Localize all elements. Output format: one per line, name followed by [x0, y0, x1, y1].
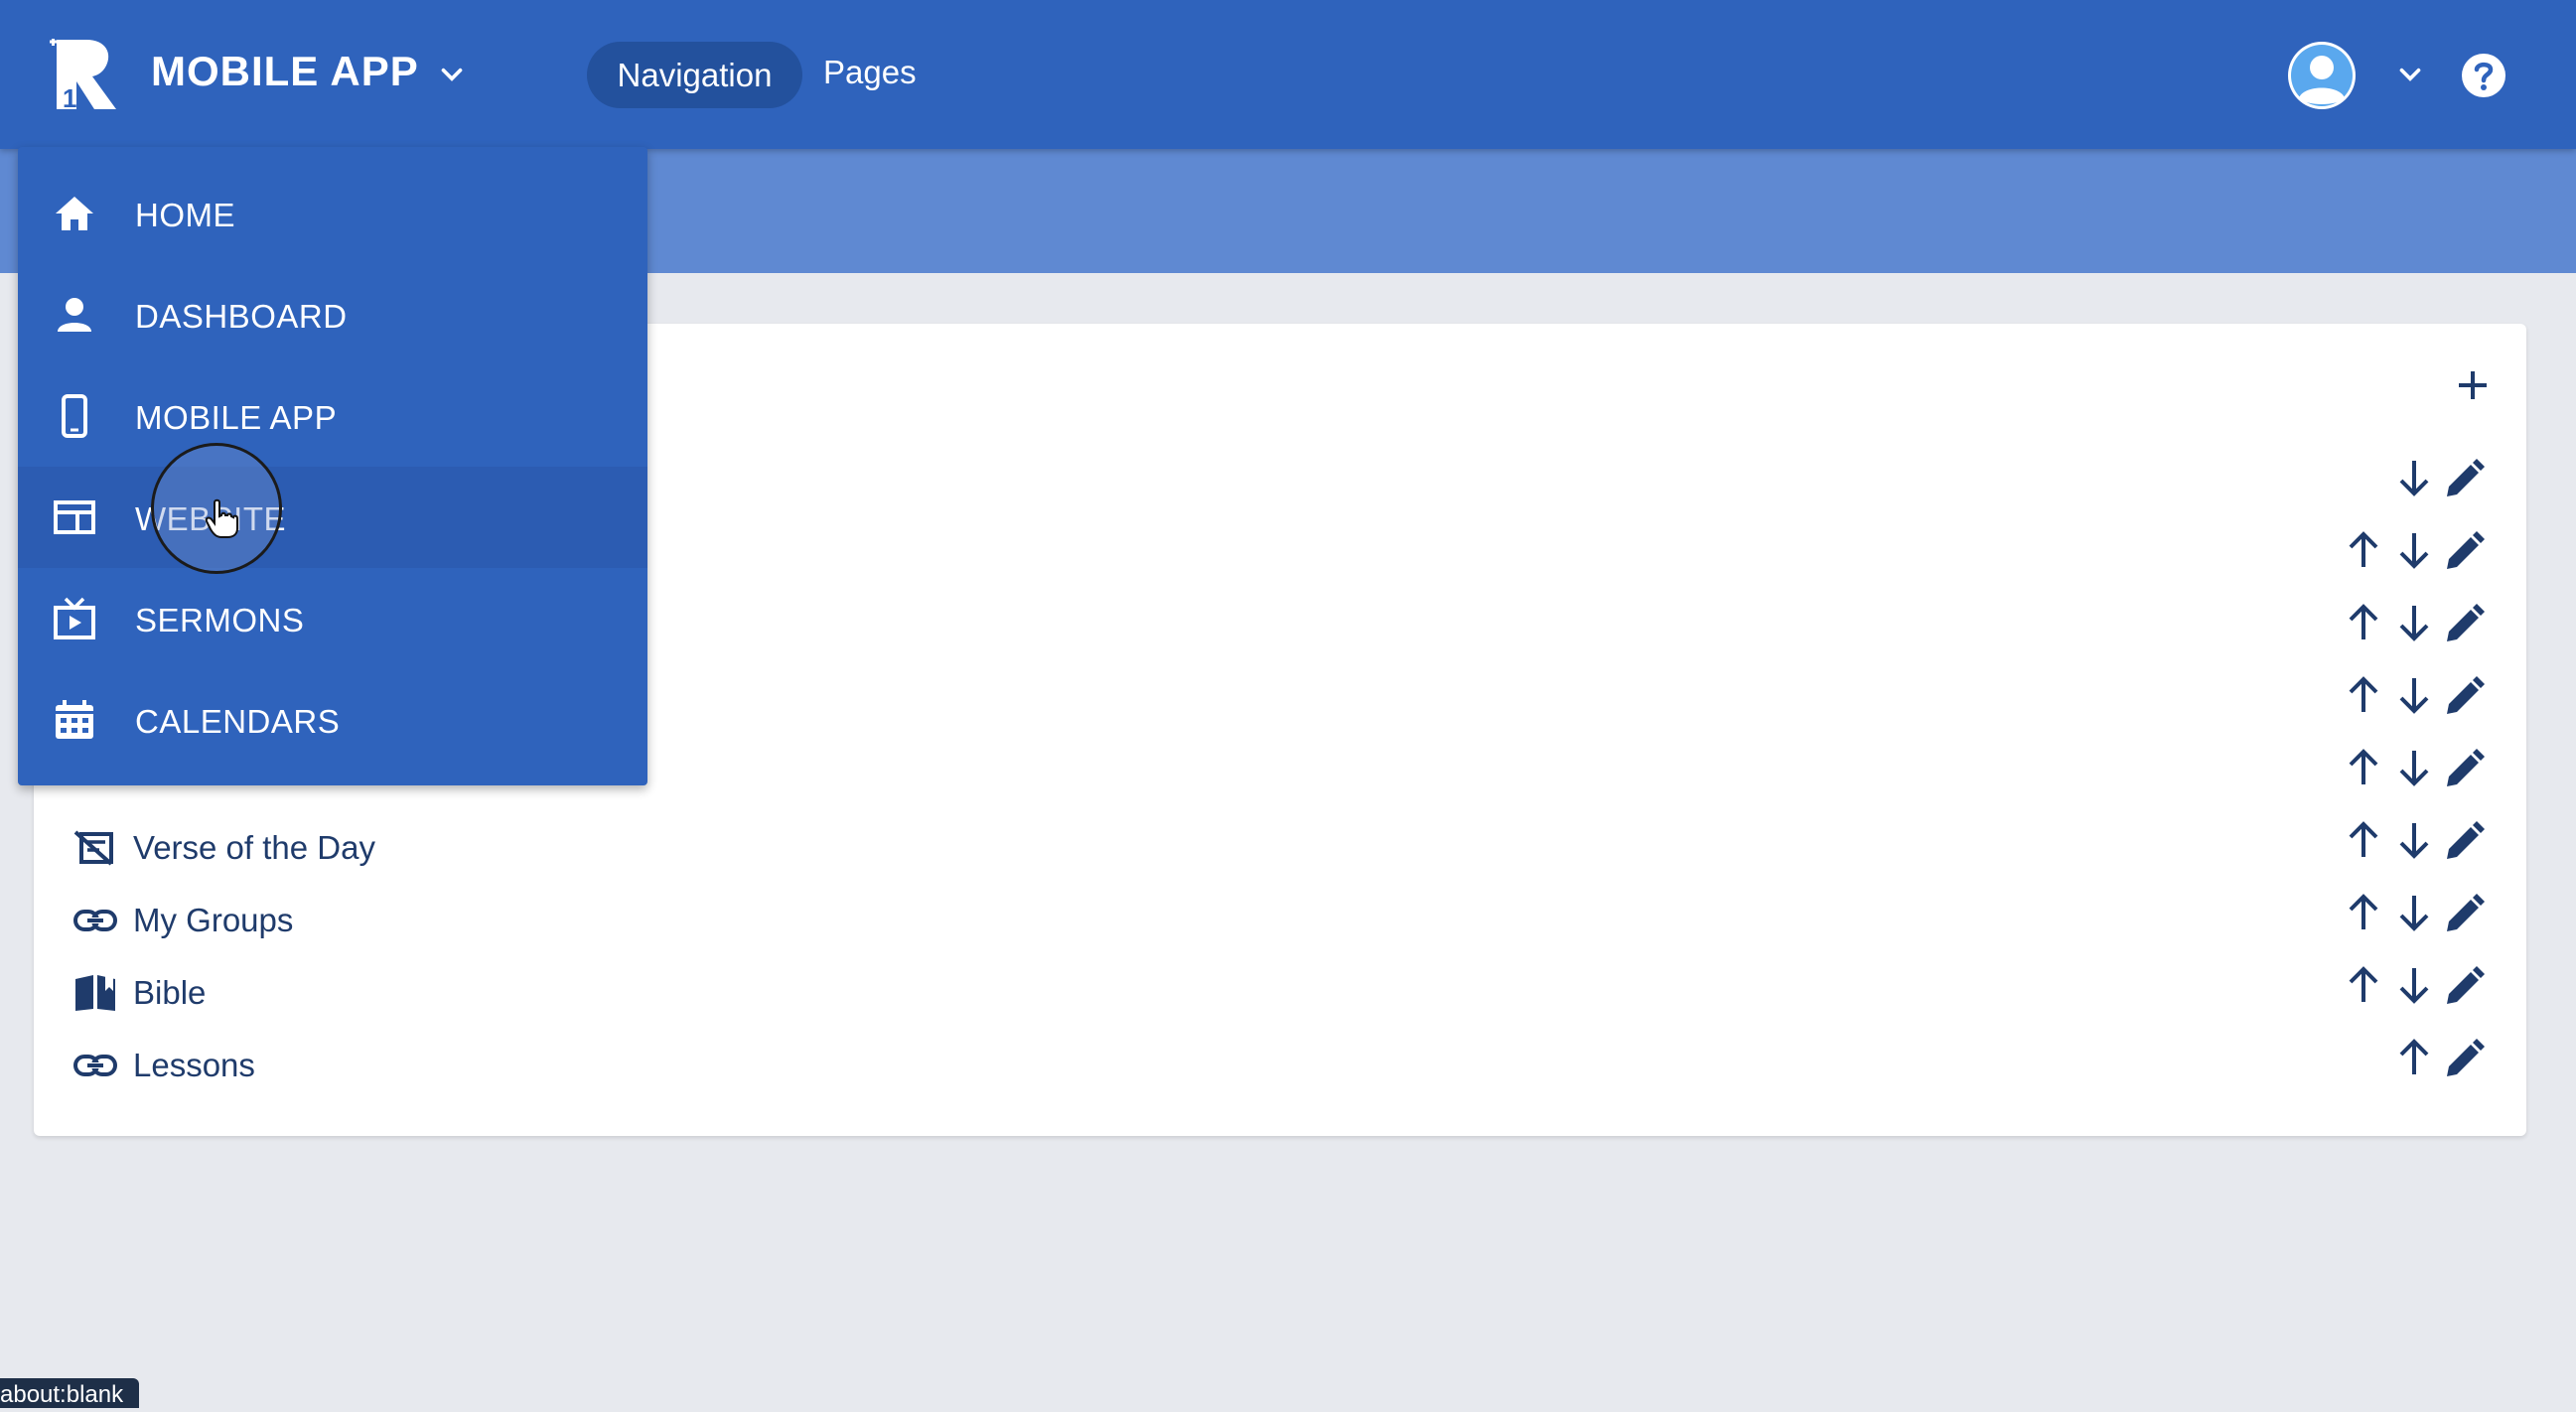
link-icon [73, 910, 117, 931]
list-item-label: Lessons [133, 1047, 255, 1083]
edit-icon[interactable] [2441, 890, 2487, 935]
tab-navigation[interactable]: Navigation [587, 42, 802, 108]
arrow-up-icon[interactable] [2341, 890, 2386, 935]
arrow-down-icon[interactable] [2391, 817, 2437, 863]
arrow-down-icon[interactable] [2391, 890, 2437, 935]
menu-item-dashboard[interactable]: DASHBOARD [18, 264, 647, 365]
list-item[interactable]: Verse of the Day [72, 824, 375, 872]
status-bar-url: about:blank [0, 1378, 140, 1408]
arrow-down-icon[interactable] [2391, 455, 2437, 500]
avatar[interactable] [2287, 41, 2357, 110]
arrow-down-icon[interactable] [2391, 672, 2437, 718]
user-menu-chevron-icon[interactable] [2393, 58, 2427, 91]
tab-pages[interactable]: Pages [823, 54, 917, 91]
menu-item-label: CALENDARS [135, 703, 341, 740]
menu-item-sermons[interactable]: SERMONS [18, 568, 647, 669]
arrow-up-icon[interactable] [2341, 527, 2386, 573]
edit-icon[interactable] [2441, 527, 2487, 573]
list-item-label: My Groups [133, 902, 294, 938]
edit-icon[interactable] [2441, 600, 2487, 645]
app-switcher-menu: HOME DASHBOARD MOBILE APP WEBSITE SERMON… [18, 147, 647, 785]
help-icon[interactable] [2460, 52, 2507, 99]
edit-icon[interactable] [2441, 817, 2487, 863]
arrow-up-icon[interactable] [2341, 672, 2386, 718]
website-icon [54, 500, 95, 534]
home-icon [56, 197, 93, 230]
app-logo-icon[interactable]: 1 [47, 36, 120, 113]
calendar-icon [56, 700, 93, 739]
menu-item-label: DASHBOARD [135, 298, 348, 335]
arrow-up-icon[interactable] [2341, 962, 2386, 1008]
arrow-up-icon[interactable] [2341, 817, 2386, 863]
list-item[interactable]: My Groups [72, 897, 293, 944]
menu-item-mobile-app[interactable]: MOBILE APP [18, 365, 647, 467]
link-icon [73, 1055, 117, 1076]
list-item[interactable]: Bible [72, 969, 206, 1017]
svg-text:1: 1 [63, 83, 76, 113]
menu-item-label: HOME [135, 197, 235, 233]
phone-icon [62, 394, 87, 438]
edit-icon[interactable] [2441, 1035, 2487, 1080]
menu-item-label: MOBILE APP [135, 399, 338, 436]
arrow-down-icon[interactable] [2391, 962, 2437, 1008]
edit-icon[interactable] [2441, 962, 2487, 1008]
arrow-up-icon[interactable] [2341, 745, 2386, 790]
chevron-down-icon[interactable] [435, 58, 469, 91]
top-bar: 1 MOBILE APP Navigation Pages [0, 0, 2576, 149]
verse-icon [73, 830, 113, 866]
add-icon[interactable] [2449, 361, 2497, 409]
arrow-down-icon[interactable] [2391, 527, 2437, 573]
hand-cursor-icon [205, 498, 238, 538]
video-icon [54, 597, 95, 639]
menu-item-label: SERMONS [135, 602, 305, 638]
book-icon [75, 975, 115, 1011]
app-switcher-title[interactable]: MOBILE APP [151, 48, 419, 95]
list-item-label: Bible [133, 974, 207, 1011]
arrow-up-icon[interactable] [2391, 1035, 2437, 1080]
arrow-up-icon[interactable] [2341, 600, 2386, 645]
menu-item-home[interactable]: HOME [18, 163, 647, 264]
list-item-label: Verse of the Day [133, 829, 375, 866]
list-item[interactable]: Lessons [72, 1042, 255, 1089]
menu-item-website[interactable]: WEBSITE [18, 467, 647, 568]
menu-item-calendars[interactable]: CALENDARS [18, 669, 647, 771]
arrow-down-icon[interactable] [2391, 600, 2437, 645]
person-icon [58, 298, 91, 332]
edit-icon[interactable] [2441, 455, 2487, 500]
edit-icon[interactable] [2441, 672, 2487, 718]
edit-icon[interactable] [2441, 745, 2487, 790]
arrow-down-icon[interactable] [2391, 745, 2437, 790]
